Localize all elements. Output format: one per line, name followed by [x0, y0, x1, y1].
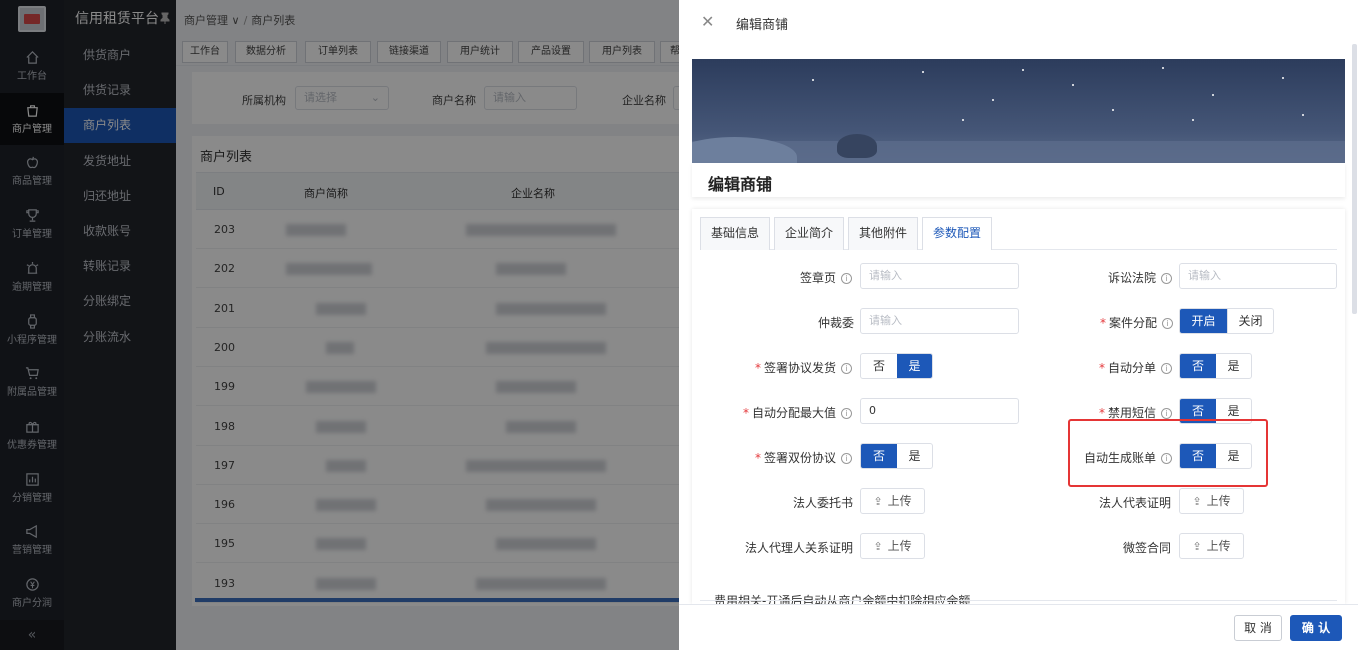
form-tabs: 基础信息 企业简介 其他附件 参数配置 [700, 217, 1337, 250]
case-assign-on[interactable]: 开启 [1180, 309, 1227, 333]
info-icon: i [1161, 363, 1172, 374]
upload-icon: ⇪ [873, 495, 883, 508]
info-icon: i [841, 363, 852, 374]
sign-page-label: 签章页 i [712, 269, 852, 286]
info-icon: i [841, 408, 852, 419]
legal-proof-upload-button[interactable]: ⇪ 上传 [1179, 488, 1244, 514]
court-label: 诉讼法院 i [1022, 269, 1172, 286]
banner-image [692, 59, 1345, 163]
auto-assign-no[interactable]: 否 [1180, 354, 1216, 378]
auto-assign-yes[interactable]: 是 [1216, 354, 1251, 378]
drawer-title: 编辑商铺 [736, 18, 789, 33]
drawer-footer: 取 消 确 认 [679, 604, 1358, 650]
shop-form: 基础信息 企业简介 其他附件 参数配置 签章页 i 请输入 诉讼法院 i 请输入 仲… [692, 209, 1345, 604]
sign-double-no[interactable]: 否 [861, 444, 897, 468]
sign-ship-yes[interactable]: 是 [897, 354, 932, 378]
auto-assign-toggle[interactable]: 否 是 [1179, 353, 1252, 379]
highlight-box [1068, 419, 1268, 487]
case-assign-toggle[interactable]: 开启 关闭 [1179, 308, 1274, 334]
upload-icon: ⇪ [1192, 540, 1202, 553]
sign-ship-no[interactable]: 否 [861, 354, 897, 378]
legal-entrust-upload-button[interactable]: ⇪ 上传 [860, 488, 925, 514]
upload-icon: ⇪ [1192, 495, 1202, 508]
divider [700, 600, 1337, 601]
confirm-button[interactable]: 确 认 [1290, 615, 1342, 641]
tab-param-config[interactable]: 参数配置 [922, 217, 992, 250]
card-title: 编辑商铺 [708, 175, 773, 194]
auto-max-input[interactable]: 0 [860, 398, 1019, 424]
court-input[interactable]: 请输入 [1179, 263, 1337, 289]
card-title-bar: 编辑商铺 [692, 163, 1345, 197]
arbitration-input[interactable]: 请输入 [860, 308, 1019, 334]
upload-icon: ⇪ [873, 540, 883, 553]
arbitration-label: 仲裁委 [817, 316, 854, 330]
tab-basic-info[interactable]: 基础信息 [700, 217, 770, 250]
legal-proof-label: 法人代表证明 [1098, 496, 1171, 510]
weisign-upload-button[interactable]: ⇪ 上传 [1179, 533, 1244, 559]
auto-max-label: * 自动分配最大值 i [712, 404, 852, 421]
fee-section-title: 费用相关-开通后自动从商户余额中扣除相应余额 [714, 594, 971, 604]
sign-double-yes[interactable]: 是 [897, 444, 932, 468]
legal-entrust-label: 法人委托书 [792, 496, 853, 510]
info-icon: i [1161, 273, 1172, 284]
weisign-label: 微签合同 [1122, 541, 1171, 555]
legal-agent-upload-button[interactable]: ⇪ 上传 [860, 533, 925, 559]
legal-agent-label: 法人代理人关系证明 [744, 541, 853, 555]
vertical-scrollbar[interactable] [1352, 44, 1357, 314]
edit-shop-drawer: ✕ 编辑商铺 编辑商铺 基础信息 企业简介 其他附件 参数配置 签章页 i 请输入… [679, 0, 1358, 650]
modal-overlay[interactable] [0, 0, 679, 650]
case-assign-off[interactable]: 关闭 [1227, 309, 1273, 333]
sign-ship-toggle[interactable]: 否 是 [860, 353, 933, 379]
tab-company-intro[interactable]: 企业简介 [774, 217, 844, 250]
info-icon: i [841, 453, 852, 464]
drawer-header: ✕ 编辑商铺 [679, 0, 1358, 44]
auto-assign-label: * 自动分单 i [1022, 359, 1172, 376]
info-icon: i [1162, 318, 1173, 329]
cancel-button[interactable]: 取 消 [1234, 615, 1282, 641]
info-icon: i [841, 273, 852, 284]
sign-double-toggle[interactable]: 否 是 [860, 443, 933, 469]
sign-ship-label: * 签署协议发货 i [712, 359, 852, 376]
sign-page-input[interactable]: 请输入 [860, 263, 1019, 289]
tab-other-attachments[interactable]: 其他附件 [848, 217, 918, 250]
info-icon: i [1161, 408, 1172, 419]
close-icon[interactable]: ✕ [701, 12, 714, 31]
case-assign-label: * 案件分配 i [1022, 314, 1173, 331]
sign-double-label: * 签署双份协议 i [712, 449, 852, 466]
